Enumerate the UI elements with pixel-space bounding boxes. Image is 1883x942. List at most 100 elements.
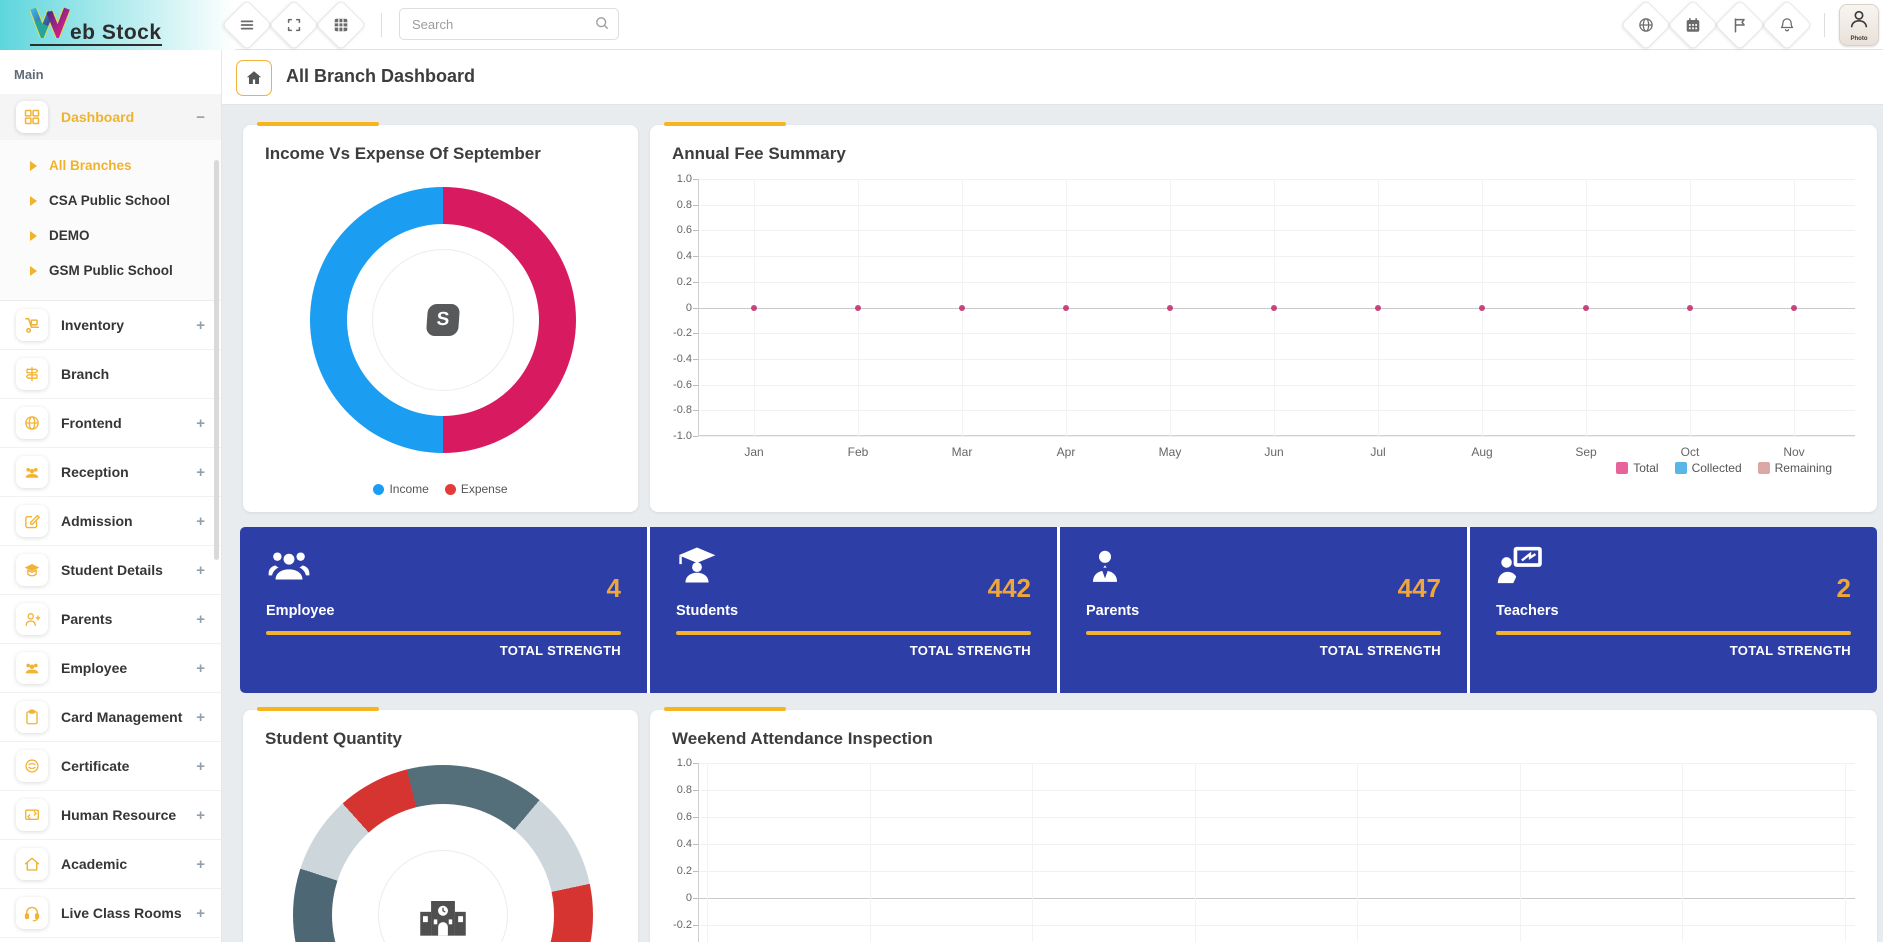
expand-icon[interactable]: + xyxy=(196,464,205,481)
sidebar-item-human-resource[interactable]: Human Resource + xyxy=(0,791,221,840)
legend-item-income[interactable]: Income xyxy=(373,482,429,496)
expand-icon[interactable]: + xyxy=(196,513,205,530)
expand-icon[interactable]: + xyxy=(196,807,205,824)
legend-item-expense[interactable]: Expense xyxy=(444,482,508,496)
y-tick-label: 0 xyxy=(685,301,692,314)
weekend-attendance-card: Weekend Attendance Inspection 1.0 0.8 0.6 0… xyxy=(650,707,1877,942)
legend-label: Collected xyxy=(1691,461,1742,475)
sidebar-branch-csa-public-school[interactable]: CSA Public School xyxy=(0,183,221,218)
data-point xyxy=(1479,304,1485,311)
sidebar-item-admission[interactable]: Admission + xyxy=(0,497,221,546)
sidebar-item-dashboard[interactable]: Dashboard − xyxy=(0,94,221,140)
card-management-icon xyxy=(16,701,48,733)
stat-label: Teachers xyxy=(1496,603,1559,619)
y-tick-label: 0.6 xyxy=(676,811,692,823)
legend-item-collected[interactable]: Collected xyxy=(1674,461,1742,475)
sidebar-item-card-management[interactable]: Card Management + xyxy=(0,693,221,742)
data-point xyxy=(855,304,861,311)
stat-card-employee[interactable]: 4 Employee TOTAL STRENGTH xyxy=(240,527,647,693)
expand-icon[interactable]: + xyxy=(196,660,205,677)
sidebar-item-certificate[interactable]: Certificate + xyxy=(0,742,221,791)
flag-icon xyxy=(1731,16,1749,34)
legend-label: Remaining xyxy=(1774,461,1832,475)
sidebar-item-branch[interactable]: Branch xyxy=(0,350,221,399)
s-logo-icon: S xyxy=(425,304,461,336)
sidebar-item-employee[interactable]: Employee + xyxy=(0,644,221,693)
sidebar-item-label: Inventory xyxy=(61,317,125,333)
income-expense-card: Income Vs Expense Of September S Income E… xyxy=(243,122,638,512)
stat-divider xyxy=(266,631,621,635)
sidebar-item-student-details[interactable]: Student Details + xyxy=(0,546,221,595)
student-quantity-title: Student Quantity xyxy=(265,729,402,748)
search-icon[interactable] xyxy=(594,15,610,36)
sidebar-item-label: Branch xyxy=(61,366,110,382)
legend-item-total[interactable]: Total xyxy=(1616,461,1659,475)
bell-icon xyxy=(1778,16,1796,34)
sidebar-item-inventory[interactable]: Inventory + xyxy=(0,301,221,350)
logo-w-icon xyxy=(29,4,71,44)
collapse-icon[interactable]: − xyxy=(196,109,205,126)
expand-icon[interactable]: + xyxy=(196,562,205,579)
x-axis-line xyxy=(698,435,1855,436)
stat-label: Employee xyxy=(266,603,335,619)
stat-value: 447 xyxy=(1397,573,1441,603)
sidebar-branch-gsm-public-school[interactable]: GSM Public School xyxy=(0,253,221,288)
expand-icon[interactable]: + xyxy=(196,758,205,775)
sidebar-branch-demo[interactable]: DEMO xyxy=(0,218,221,253)
expand-icon[interactable]: + xyxy=(196,611,205,628)
stat-card-students[interactable]: 442 Students TOTAL STRENGTH xyxy=(650,527,1057,693)
gridline-h xyxy=(698,256,1855,258)
stat-label: Parents xyxy=(1086,603,1140,619)
y-tick-label: 0.8 xyxy=(676,198,692,211)
flag-button[interactable] xyxy=(1714,0,1766,51)
expand-icon[interactable]: + xyxy=(196,905,205,922)
bell-button[interactable] xyxy=(1761,0,1813,51)
legend-swatch xyxy=(373,483,385,495)
stat-card-parents[interactable]: 447 Parents TOTAL STRENGTH xyxy=(1060,527,1467,693)
income-expense-title: Income Vs Expense Of September xyxy=(265,144,541,163)
legend-item-remaining[interactable]: Remaining xyxy=(1757,461,1832,475)
sidebar-item-parents[interactable]: Parents + xyxy=(0,595,221,644)
sidebar-branch-all-branches[interactable]: All Branches xyxy=(0,148,221,183)
fullscreen-button[interactable] xyxy=(268,0,320,51)
student-quantity-donut[interactable] xyxy=(293,765,593,942)
sidebar-scrollbar[interactable] xyxy=(214,160,219,560)
globe-icon xyxy=(1637,16,1655,34)
total-strength-band: 4 Employee TOTAL STRENGTH 442 Students T… xyxy=(240,527,1877,693)
sidebar-item-frontend[interactable]: Frontend + xyxy=(0,399,221,448)
weekend-attendance-plot: 1.0 0.8 0.6 0.4 0.2 0 -0.2 xyxy=(673,757,1855,942)
expand-icon[interactable]: + xyxy=(196,317,205,334)
globe-button[interactable] xyxy=(1620,0,1672,51)
topbar: eb Stock Photo xyxy=(0,0,1883,51)
search-input[interactable] xyxy=(399,8,619,40)
user-avatar[interactable]: Photo xyxy=(1839,4,1879,46)
expand-icon[interactable]: + xyxy=(196,856,205,873)
expand-icon[interactable]: + xyxy=(196,415,205,432)
student-icon xyxy=(676,547,718,589)
expand-icon[interactable]: + xyxy=(196,709,205,726)
card-accent xyxy=(664,122,786,126)
sidebar-item-live-class[interactable]: Live Class Rooms + xyxy=(0,889,221,938)
brand-logo[interactable]: eb Stock xyxy=(29,4,162,46)
data-point xyxy=(1167,304,1173,311)
x-tick-label: May xyxy=(1158,445,1182,459)
home-button[interactable] xyxy=(236,60,272,96)
dashboard-grid-icon xyxy=(16,101,48,133)
legend-swatch xyxy=(444,483,456,495)
x-tick-label: Feb xyxy=(847,445,869,459)
branch-label: All Branches xyxy=(49,158,132,173)
data-point xyxy=(1791,304,1797,311)
gridline-v xyxy=(707,763,708,942)
stat-card-teachers[interactable]: 2 Teachers TOTAL STRENGTH xyxy=(1470,527,1877,693)
income-expense-donut[interactable]: S xyxy=(310,187,576,453)
stat-divider xyxy=(1086,631,1441,635)
sidebar-item-reception[interactable]: Reception + xyxy=(0,448,221,497)
data-point xyxy=(959,304,965,311)
employee-group-icon xyxy=(266,552,312,589)
grid-button[interactable] xyxy=(315,0,367,51)
calendar-button[interactable] xyxy=(1667,0,1719,51)
x-tick-label: Oct xyxy=(1680,445,1700,459)
sidebar-item-academic[interactable]: Academic + xyxy=(0,840,221,889)
x-tick-label: Nov xyxy=(1783,445,1805,459)
parents-icon xyxy=(16,603,48,635)
